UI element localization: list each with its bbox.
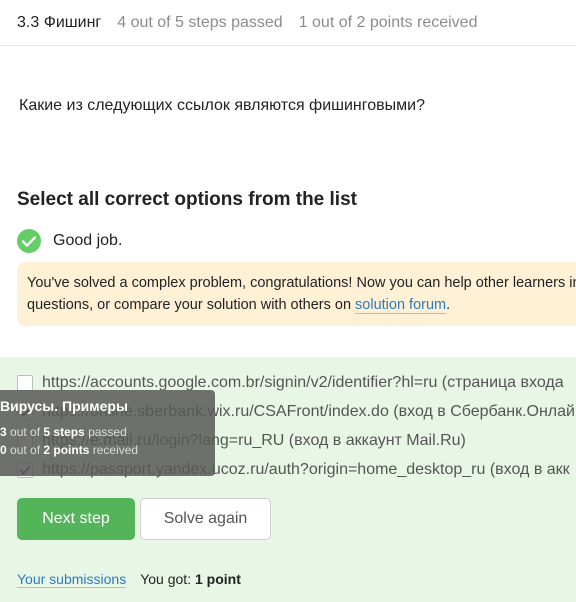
result-status: Good job. [17, 229, 122, 253]
score-label: You got: 1 point [140, 571, 241, 588]
points-progress: 1 out of 2 points received [298, 13, 478, 31]
question-text: Какие из следующих ссылок являются фишин… [19, 97, 425, 114]
hint-text-2: questions, or compare your solution with… [27, 297, 356, 313]
success-hint: You've solved a complex problem, congrat… [17, 262, 576, 326]
your-submissions-link[interactable]: Your submissions [17, 571, 127, 588]
tooltip-steps-num: 3 [0, 425, 7, 439]
lesson-tooltip: Вирусы. Примеры 3 out of 5 steps passed … [0, 390, 215, 476]
tooltip-points-total: 2 points [43, 443, 90, 457]
hint-text-1: You've solved a complex problem, congrat… [27, 275, 576, 291]
submission-footer: Your submissions You got: 1 point [17, 571, 241, 588]
tooltip-points-num: 0 [0, 443, 7, 457]
score-value: 1 point [194, 571, 241, 587]
lesson-header: 3.3 Фишинг 4 out of 5 steps passed 1 out… [0, 0, 576, 46]
tooltip-steps-tail: passed [84, 425, 127, 439]
option-checkbox[interactable] [17, 375, 33, 391]
next-step-button[interactable]: Next step [17, 498, 135, 540]
score-prefix: You got: [140, 571, 195, 587]
tooltip-steps-total: 5 steps [43, 425, 85, 439]
tooltip-steps-mid: out of [6, 425, 44, 439]
steps-progress: 4 out of 5 steps passed [117, 13, 283, 31]
tooltip-title: Вирусы. Примеры [0, 398, 128, 414]
lesson-title[interactable]: 3.3 Фишинг [17, 14, 101, 32]
check-icon [17, 229, 41, 253]
solve-again-button[interactable]: Solve again [140, 498, 271, 540]
hint-text-3: . [446, 297, 451, 313]
tooltip-points: 0 out of 2 points received [0, 441, 209, 459]
tooltip-steps: 3 out of 5 steps passed [0, 423, 209, 441]
result-text: Good job. [53, 232, 123, 249]
select-instruction: Select all correct options from the list [17, 189, 357, 210]
tooltip-points-tail: received [89, 443, 139, 457]
tooltip-points-mid: out of [6, 443, 44, 457]
solution-forum-link[interactable]: solution forum [355, 297, 447, 314]
